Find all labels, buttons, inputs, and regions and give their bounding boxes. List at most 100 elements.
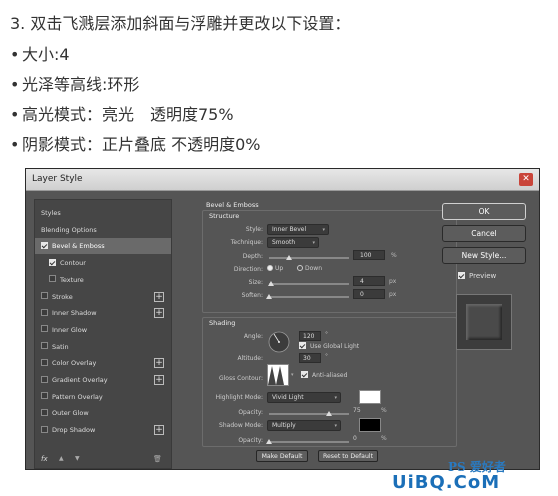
highlight-opacity-value[interactable]: 75 (353, 407, 361, 414)
style-checkbox[interactable] (49, 275, 56, 283)
styles-list-panel: fx ▲ ▼ 🗑 Styles Blending Options Bevel & E… (34, 199, 172, 469)
style-list-label: Bevel & Emboss (52, 242, 105, 251)
style-checkbox[interactable] (41, 375, 48, 383)
direction-down-radio[interactable]: Down (297, 264, 322, 272)
soften-input[interactable]: 0 (353, 289, 385, 299)
style-list-label: Outer Glow (52, 409, 89, 418)
chevron-down-icon[interactable]: ▾ (291, 372, 294, 378)
depth-label: Depth: (242, 253, 263, 260)
highlight-opacity-track[interactable] (269, 413, 349, 415)
soften-slider-track[interactable] (269, 296, 349, 298)
style-checkbox[interactable] (41, 325, 48, 333)
anti-aliased-checkbox[interactable]: Anti-aliased (301, 371, 347, 379)
size-slider-track[interactable] (269, 283, 349, 285)
style-list-item[interactable]: Outer Glow (35, 405, 171, 421)
angle-unit: ° (325, 331, 328, 338)
shadow-opacity-track[interactable] (269, 441, 349, 443)
style-list-label: Gradient Overlay (52, 376, 108, 384)
layer-style-dialog: Layer Style ✕ fx ▲ ▼ 🗑 Styles Blending Op… (25, 168, 540, 470)
instructions-heading: 3. 双击飞溅层添加斜面与浮雕并更改以下设置： (10, 14, 351, 33)
style-checkbox[interactable] (41, 408, 48, 416)
preview-checkbox[interactable]: Preview (458, 271, 496, 280)
bevel-emboss-settings: Bevel & Emboss Structure Style: Inner Be… (202, 199, 460, 469)
style-list-label: Contour (60, 259, 86, 268)
style-list-item[interactable]: Contour (35, 255, 171, 271)
add-effect-plus-icon[interactable]: + (154, 375, 164, 385)
shadow-opacity-value[interactable]: 0 (353, 435, 357, 442)
style-list-item[interactable]: Pattern Overlay (35, 389, 171, 405)
size-slider-thumb[interactable] (268, 281, 275, 286)
style-list-item[interactable]: Blending Options (35, 222, 171, 238)
highlight-opacity-thumb[interactable] (326, 411, 332, 416)
instruction-item: • 光泽等高线:环形 (10, 75, 140, 94)
depth-slider-thumb[interactable] (286, 255, 292, 260)
instruction-item: • 大小:4 (10, 45, 70, 64)
size-unit: px (389, 278, 397, 285)
depth-input[interactable]: 100 (353, 250, 385, 260)
add-effect-plus-icon[interactable]: + (154, 308, 164, 319)
style-list-label: Inner Shadow (52, 309, 97, 318)
close-icon[interactable]: ✕ (519, 173, 533, 186)
style-list-item[interactable]: Color Overlay + (35, 355, 171, 371)
style-list-item[interactable]: Styles (35, 205, 171, 221)
style-checkbox[interactable] (41, 292, 48, 299)
angle-dial-icon[interactable] (267, 330, 291, 354)
instructions: 3. 双击飞溅层添加斜面与浮雕并更改以下设置： • 大小:4 • 光泽等高线:环形 … (0, 0, 558, 165)
chevron-down-icon: ▾ (322, 227, 325, 233)
style-list-item[interactable]: Inner Shadow + (35, 305, 171, 321)
highlight-color-swatch[interactable] (359, 390, 381, 404)
depth-slider-track[interactable] (269, 257, 349, 259)
shadow-color-swatch[interactable] (359, 418, 381, 432)
shadow-mode-select[interactable]: Multiply ▾ (267, 420, 341, 431)
move-up-icon[interactable]: ▲ (59, 455, 64, 462)
chevron-down-icon: ▾ (312, 240, 315, 246)
style-list-label: Color Overlay (52, 359, 97, 368)
gloss-contour-ring-icon[interactable] (267, 364, 289, 386)
new-style-button[interactable]: New Style... (442, 247, 526, 264)
make-default-button[interactable]: Make Default (256, 450, 308, 462)
technique-select[interactable]: Smooth ▾ (267, 237, 319, 248)
style-checkbox[interactable] (41, 241, 48, 249)
cancel-button[interactable]: Cancel (442, 225, 526, 242)
style-list-label: Stroke (52, 292, 73, 301)
direction-label: Direction: (233, 266, 263, 273)
style-checkbox[interactable] (41, 342, 48, 350)
angle-label: Angle: (243, 333, 263, 340)
direction-up-radio[interactable]: Up (267, 264, 283, 272)
angle-input[interactable]: 120 (299, 331, 321, 341)
style-list-item[interactable]: Gradient Overlay + (35, 372, 171, 388)
move-down-icon[interactable]: ▼ (75, 455, 80, 462)
style-select[interactable]: Inner Bevel ▾ (267, 224, 329, 235)
style-list-item[interactable]: Satin (35, 339, 171, 355)
style-checkbox[interactable] (41, 425, 48, 433)
trash-icon[interactable]: 🗑 (153, 455, 162, 463)
altitude-input[interactable]: 30 (299, 353, 321, 363)
bevel-title: Bevel & Emboss (206, 201, 259, 209)
fx-icon[interactable]: fx (41, 455, 48, 463)
add-effect-plus-icon[interactable]: + (154, 291, 164, 302)
style-list-item[interactable]: Bevel & Emboss (35, 238, 171, 255)
style-checkbox[interactable] (41, 358, 48, 366)
add-effect-plus-icon[interactable]: + (154, 425, 164, 436)
style-checkbox[interactable] (49, 258, 56, 266)
instruction-item: • 阴影模式：正片叠底 不透明度0% (10, 135, 261, 154)
add-effect-plus-icon[interactable]: + (154, 358, 164, 369)
style-list-item[interactable]: Texture (35, 272, 171, 288)
style-checkbox[interactable] (41, 392, 48, 400)
style-checkbox[interactable] (41, 308, 48, 316)
ok-button[interactable]: OK (442, 203, 526, 220)
soften-slider-thumb[interactable] (266, 294, 272, 299)
size-label: Size: (248, 279, 263, 286)
dialog-title: Layer Style (32, 174, 83, 184)
style-list-label: Styles (41, 209, 61, 217)
highlight-mode-select[interactable]: Vivid Light ▾ (267, 392, 341, 403)
style-list-item[interactable]: Stroke + (35, 289, 171, 305)
reset-to-default-button[interactable]: Reset to Default (318, 450, 378, 462)
shadow-opacity-thumb[interactable] (266, 439, 272, 444)
size-input[interactable]: 4 (353, 276, 385, 286)
highlight-mode-label: Highlight Mode: (215, 394, 263, 401)
style-list-item[interactable]: Drop Shadow + (35, 422, 171, 438)
altitude-unit: ° (325, 353, 328, 360)
global-light-checkbox[interactable]: Use Global Light (299, 342, 359, 350)
style-list-item[interactable]: Inner Glow (35, 322, 171, 338)
